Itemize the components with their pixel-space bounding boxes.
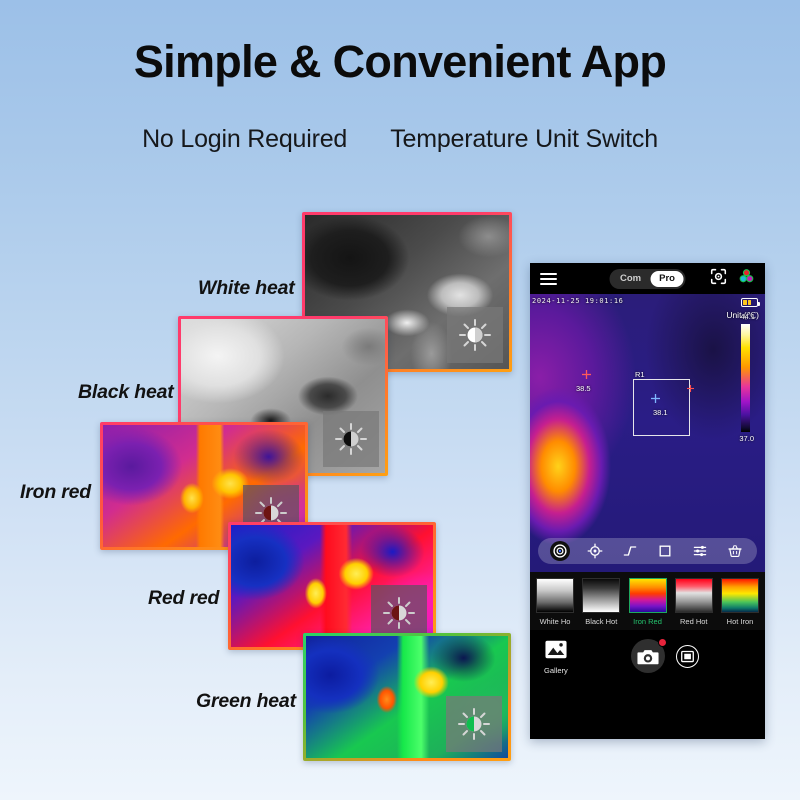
palette-label: Black Hot: [585, 617, 618, 626]
feature-no-login: No Login Required: [142, 125, 348, 153]
crosshair-icon: [651, 394, 660, 403]
area-box-icon[interactable]: [655, 541, 675, 561]
spot-marker-hot[interactable]: 38.5: [576, 366, 591, 393]
line-profile-icon[interactable]: [620, 541, 640, 561]
record-dot-badge: [657, 638, 667, 647]
thermal-card-label-iron-red: Iron red: [20, 481, 91, 503]
palette-option-iron-red[interactable]: Iron Red: [628, 578, 667, 626]
spot-measure-icon[interactable]: [549, 541, 570, 561]
thermal-card-label-white-heat: White heat: [198, 277, 295, 299]
thermal-card-label-red-red: Red red: [148, 587, 220, 609]
app-bar-actions: [710, 268, 755, 290]
poster-canvas: Simple & Convenient App No Login Require…: [0, 0, 800, 800]
temperature-scale-bar: [741, 324, 750, 432]
scale-low-value: 37.0: [739, 434, 754, 443]
palette-label: Hot Iron: [726, 617, 754, 626]
spot-temperature-value: 38.5: [576, 384, 591, 393]
palette-label: Red Hot: [679, 617, 708, 626]
brightness-icon[interactable]: [446, 696, 502, 752]
palette-label: White Ho: [539, 617, 571, 626]
thermal-card-label-black-heat: Black heat: [78, 381, 174, 403]
color-palette-icon[interactable]: [738, 268, 755, 290]
camera-shutter-icon: [636, 649, 659, 664]
palette-option-white-hot[interactable]: White Ho: [536, 578, 574, 626]
gallery-button[interactable]: Gallery: [544, 640, 568, 675]
focus-frame-icon[interactable]: [710, 268, 727, 290]
palette-option-red-hot[interactable]: Red Hot: [674, 578, 713, 626]
palette-option-black-hot[interactable]: Black Hot: [582, 578, 621, 626]
roi-label: R1: [635, 370, 645, 379]
bottom-bar: Gallery: [530, 630, 765, 686]
delete-basket-icon[interactable]: [725, 541, 745, 561]
phone-mockup: Com Pro 2024-11-25 19:01:16 Unit (℃) 44.…: [530, 263, 765, 739]
thermal-card-label-green-heat: Green heat: [196, 690, 296, 712]
thermal-card-red-red[interactable]: [228, 522, 436, 650]
crosshair-icon: [582, 370, 591, 379]
crosshair-icon: [687, 385, 694, 392]
thermal-card-image: [231, 525, 433, 647]
feature-unit-switch: Temperature Unit Switch: [390, 125, 658, 153]
timestamp-overlay: 2024-11-25 19:01:16: [532, 297, 624, 305]
scale-high-value: 44.1: [740, 312, 755, 321]
roi-center-marker[interactable]: 38.1: [651, 390, 668, 417]
thermal-card-green-heat[interactable]: [303, 633, 511, 761]
page-title: Simple & Convenient App: [133, 36, 667, 87]
roi-max-marker: [687, 379, 694, 397]
settings-sliders-icon[interactable]: [690, 541, 710, 561]
picture-in-picture-toggle[interactable]: [675, 645, 699, 668]
palette-swatch: [582, 578, 621, 613]
mode-option-pro[interactable]: Pro: [650, 270, 684, 287]
measurement-toolbar[interactable]: [538, 538, 757, 564]
mode-option-com[interactable]: Com: [611, 271, 650, 287]
hamburger-menu-icon[interactable]: [540, 272, 557, 285]
feature-subtitle: No Login Required Temperature Unit Switc…: [0, 125, 800, 154]
thermal-card-image: [306, 636, 508, 758]
palette-option-hot-iron[interactable]: Hot Iron: [721, 578, 759, 626]
palette-swatch: [674, 578, 713, 613]
palette-swatch: [628, 578, 667, 613]
camera-shutter-button[interactable]: [630, 638, 667, 673]
palette-selector[interactable]: White Ho Black Hot Iron Red Red Hot Hot …: [530, 572, 765, 630]
palette-swatch: [721, 578, 759, 613]
gallery-image-icon: [545, 640, 567, 659]
center-target-icon[interactable]: [585, 541, 605, 561]
thermal-viewport[interactable]: 2024-11-25 19:01:16 Unit (℃) 44.1 37.0 3…: [530, 294, 765, 572]
brightness-icon[interactable]: [323, 411, 379, 467]
gallery-label: Gallery: [544, 666, 568, 675]
picture-in-picture-icon: [680, 650, 694, 663]
battery-icon: [741, 298, 760, 307]
roi-temperature-value: 38.1: [653, 408, 668, 417]
mode-toggle[interactable]: Com Pro: [609, 268, 686, 289]
palette-swatch: [536, 578, 574, 613]
brightness-icon[interactable]: [447, 307, 503, 363]
palette-label: Iron Red: [633, 617, 662, 626]
app-bar: Com Pro: [530, 263, 765, 294]
